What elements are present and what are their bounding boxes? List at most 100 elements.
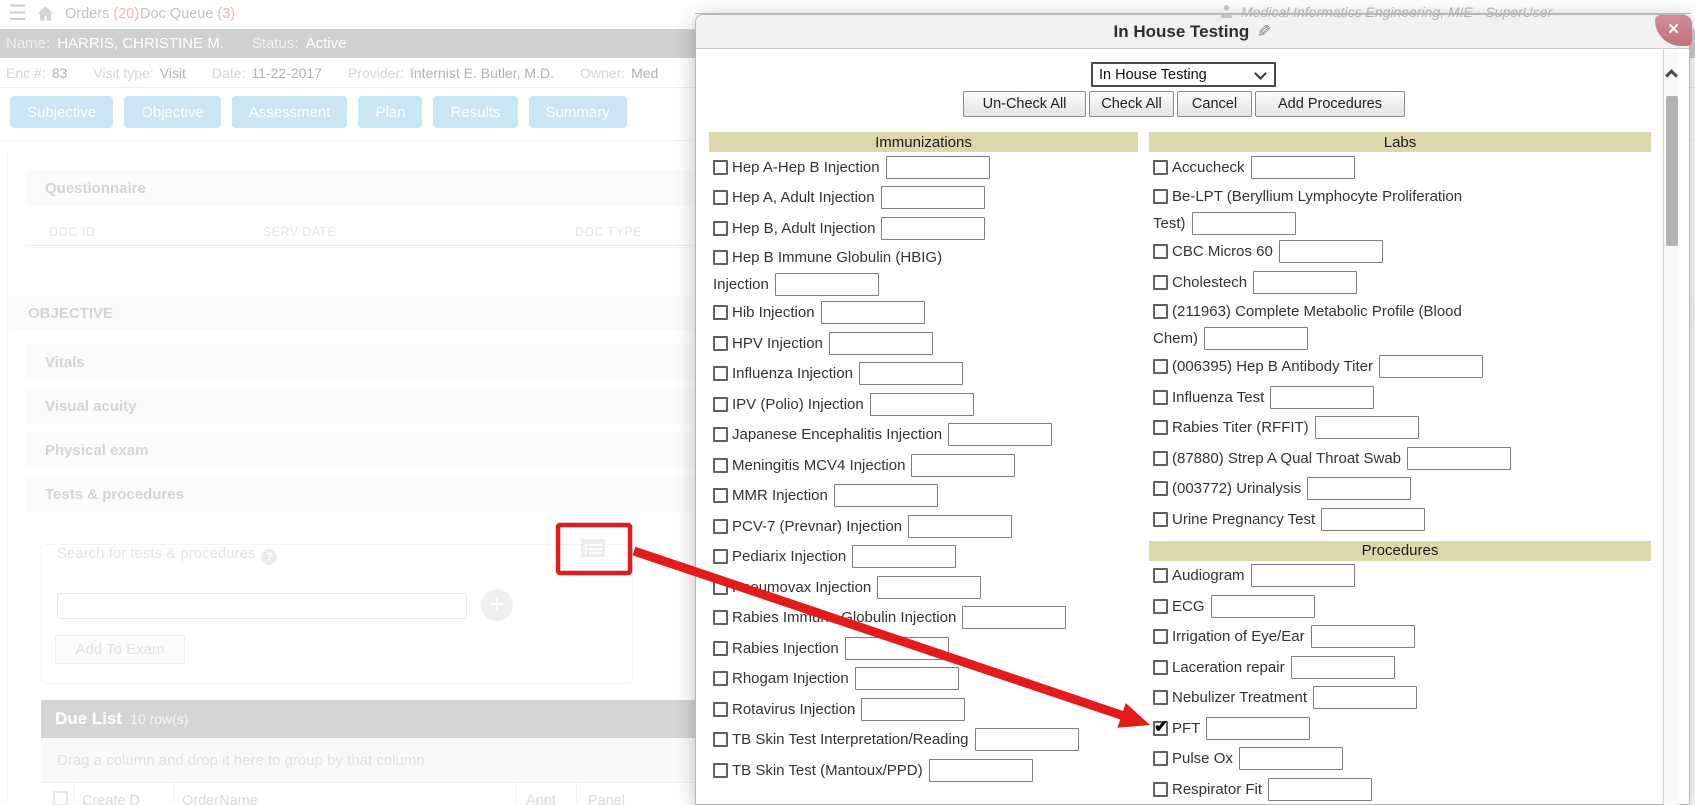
checkbox[interactable] (713, 763, 728, 778)
home-icon[interactable] (36, 4, 55, 28)
procedure-input[interactable] (845, 637, 949, 660)
modal-title-bar[interactable]: In House Testing ✎ (696, 15, 1689, 49)
procedure-input[interactable] (1307, 477, 1411, 500)
procedure-input[interactable] (1315, 416, 1419, 439)
checkbox[interactable] (1153, 451, 1168, 466)
checkbox[interactable] (713, 190, 728, 205)
checkbox[interactable] (713, 160, 728, 175)
procedure-input[interactable] (1311, 625, 1415, 648)
procedure-input[interactable] (775, 273, 879, 296)
add-to-exam-button[interactable]: Add To Exam (55, 635, 185, 664)
due-col-appt[interactable]: Appt (526, 793, 556, 805)
tab-assessment[interactable]: Assessment (232, 96, 348, 128)
tab-objective[interactable]: Objective (124, 96, 221, 128)
procedure-set-dropdown[interactable]: In House Testing (1091, 62, 1276, 87)
check-all-button[interactable]: Check All (1089, 91, 1174, 117)
checkbox[interactable] (713, 519, 728, 534)
due-col-ordername[interactable]: OrderName (182, 793, 258, 805)
nav-orders[interactable]: Orders (20) (65, 6, 139, 22)
procedure-input[interactable] (1407, 447, 1511, 470)
checkbox[interactable] (713, 732, 728, 747)
procedure-list-icon[interactable] (578, 536, 608, 560)
procedure-input[interactable] (1279, 240, 1383, 263)
checkbox[interactable] (1153, 568, 1168, 583)
tab-results[interactable]: Results (433, 96, 517, 128)
procedure-input[interactable] (870, 393, 974, 416)
procedure-input[interactable] (1379, 355, 1483, 378)
tab-plan[interactable]: Plan (358, 96, 422, 128)
procedure-input[interactable] (911, 454, 1015, 477)
checkbox[interactable] (1153, 304, 1168, 319)
procedure-input[interactable] (859, 362, 963, 385)
select-all-checkbox[interactable] (53, 791, 68, 805)
procedure-input[interactable] (1321, 508, 1425, 531)
checkbox[interactable] (713, 336, 728, 351)
checkbox[interactable] (1153, 751, 1168, 766)
checkbox[interactable] (1153, 189, 1168, 204)
checkbox-checked[interactable]: ✔ (1153, 721, 1168, 736)
procedure-input[interactable] (1251, 564, 1355, 587)
procedure-input[interactable] (855, 667, 959, 690)
checkbox[interactable] (1153, 629, 1168, 644)
tab-summary[interactable]: Summary (529, 96, 627, 128)
checkbox[interactable] (713, 610, 728, 625)
add-plus-icon[interactable]: + (481, 589, 513, 621)
procedure-input[interactable] (861, 698, 965, 721)
checkbox[interactable] (713, 580, 728, 595)
checkbox[interactable] (713, 641, 728, 656)
procedure-input[interactable] (881, 186, 985, 209)
checkbox[interactable] (713, 549, 728, 564)
modal-scrollbar-thumb[interactable] (1666, 96, 1678, 246)
procedure-input[interactable] (852, 545, 956, 568)
checkbox[interactable] (713, 458, 728, 473)
doc-col-doc-type[interactable]: DOC TYPE (575, 225, 642, 239)
procedure-input[interactable] (1192, 212, 1296, 235)
procedure-input[interactable] (829, 332, 933, 355)
checkbox[interactable] (1153, 782, 1168, 797)
procedure-input[interactable] (1268, 778, 1372, 801)
procedure-input[interactable] (1204, 327, 1308, 350)
checkbox[interactable] (713, 397, 728, 412)
procedure-input[interactable] (877, 576, 981, 599)
uncheck-all-button[interactable]: Un-Check All (963, 91, 1086, 117)
procedure-input[interactable] (908, 515, 1012, 538)
checkbox[interactable] (1153, 420, 1168, 435)
checkbox[interactable] (1153, 359, 1168, 374)
checkbox[interactable] (713, 702, 728, 717)
user-area[interactable]: Medical Informatics Engineering, MIE - S… (1218, 3, 1552, 20)
tests-search-input[interactable] (57, 593, 467, 619)
checkbox[interactable] (713, 305, 728, 320)
procedure-input[interactable] (929, 759, 1033, 782)
procedure-input[interactable] (886, 156, 990, 179)
checkbox[interactable] (713, 250, 728, 265)
procedure-input[interactable] (1253, 271, 1357, 294)
checkbox[interactable] (1153, 244, 1168, 259)
hamburger-menu-icon[interactable]: ☰ (8, 1, 27, 26)
checkbox[interactable] (1153, 390, 1168, 405)
procedure-input[interactable] (1313, 686, 1417, 709)
add-procedures-button[interactable]: Add Procedures (1255, 91, 1405, 117)
procedure-input[interactable] (962, 606, 1066, 629)
procedure-input[interactable] (975, 728, 1079, 751)
checkbox[interactable] (713, 427, 728, 442)
procedure-input[interactable] (948, 423, 1052, 446)
checkbox[interactable] (713, 366, 728, 381)
doc-col-doc-id[interactable]: DOC ID (49, 225, 95, 239)
procedure-input[interactable] (1211, 595, 1315, 618)
checkbox[interactable] (713, 671, 728, 686)
cancel-button[interactable]: Cancel (1177, 91, 1252, 117)
checkbox[interactable] (1153, 275, 1168, 290)
due-col-panel[interactable]: Panel (588, 793, 625, 805)
checkbox[interactable] (713, 488, 728, 503)
procedure-input[interactable] (1206, 717, 1310, 740)
nav-doc-queue[interactable]: Doc Queue (3) (140, 6, 235, 22)
procedure-input[interactable] (821, 301, 925, 324)
edit-pencil-icon[interactable]: ✎ (1257, 22, 1271, 42)
checkbox[interactable] (1153, 481, 1168, 496)
procedure-input[interactable] (1251, 156, 1355, 179)
checkbox[interactable] (1153, 660, 1168, 675)
tab-subjective[interactable]: Subjective (10, 96, 113, 128)
help-icon[interactable]: ? (261, 549, 277, 565)
procedure-input[interactable] (1239, 747, 1343, 770)
due-col-create-date[interactable]: Create D (82, 793, 140, 805)
